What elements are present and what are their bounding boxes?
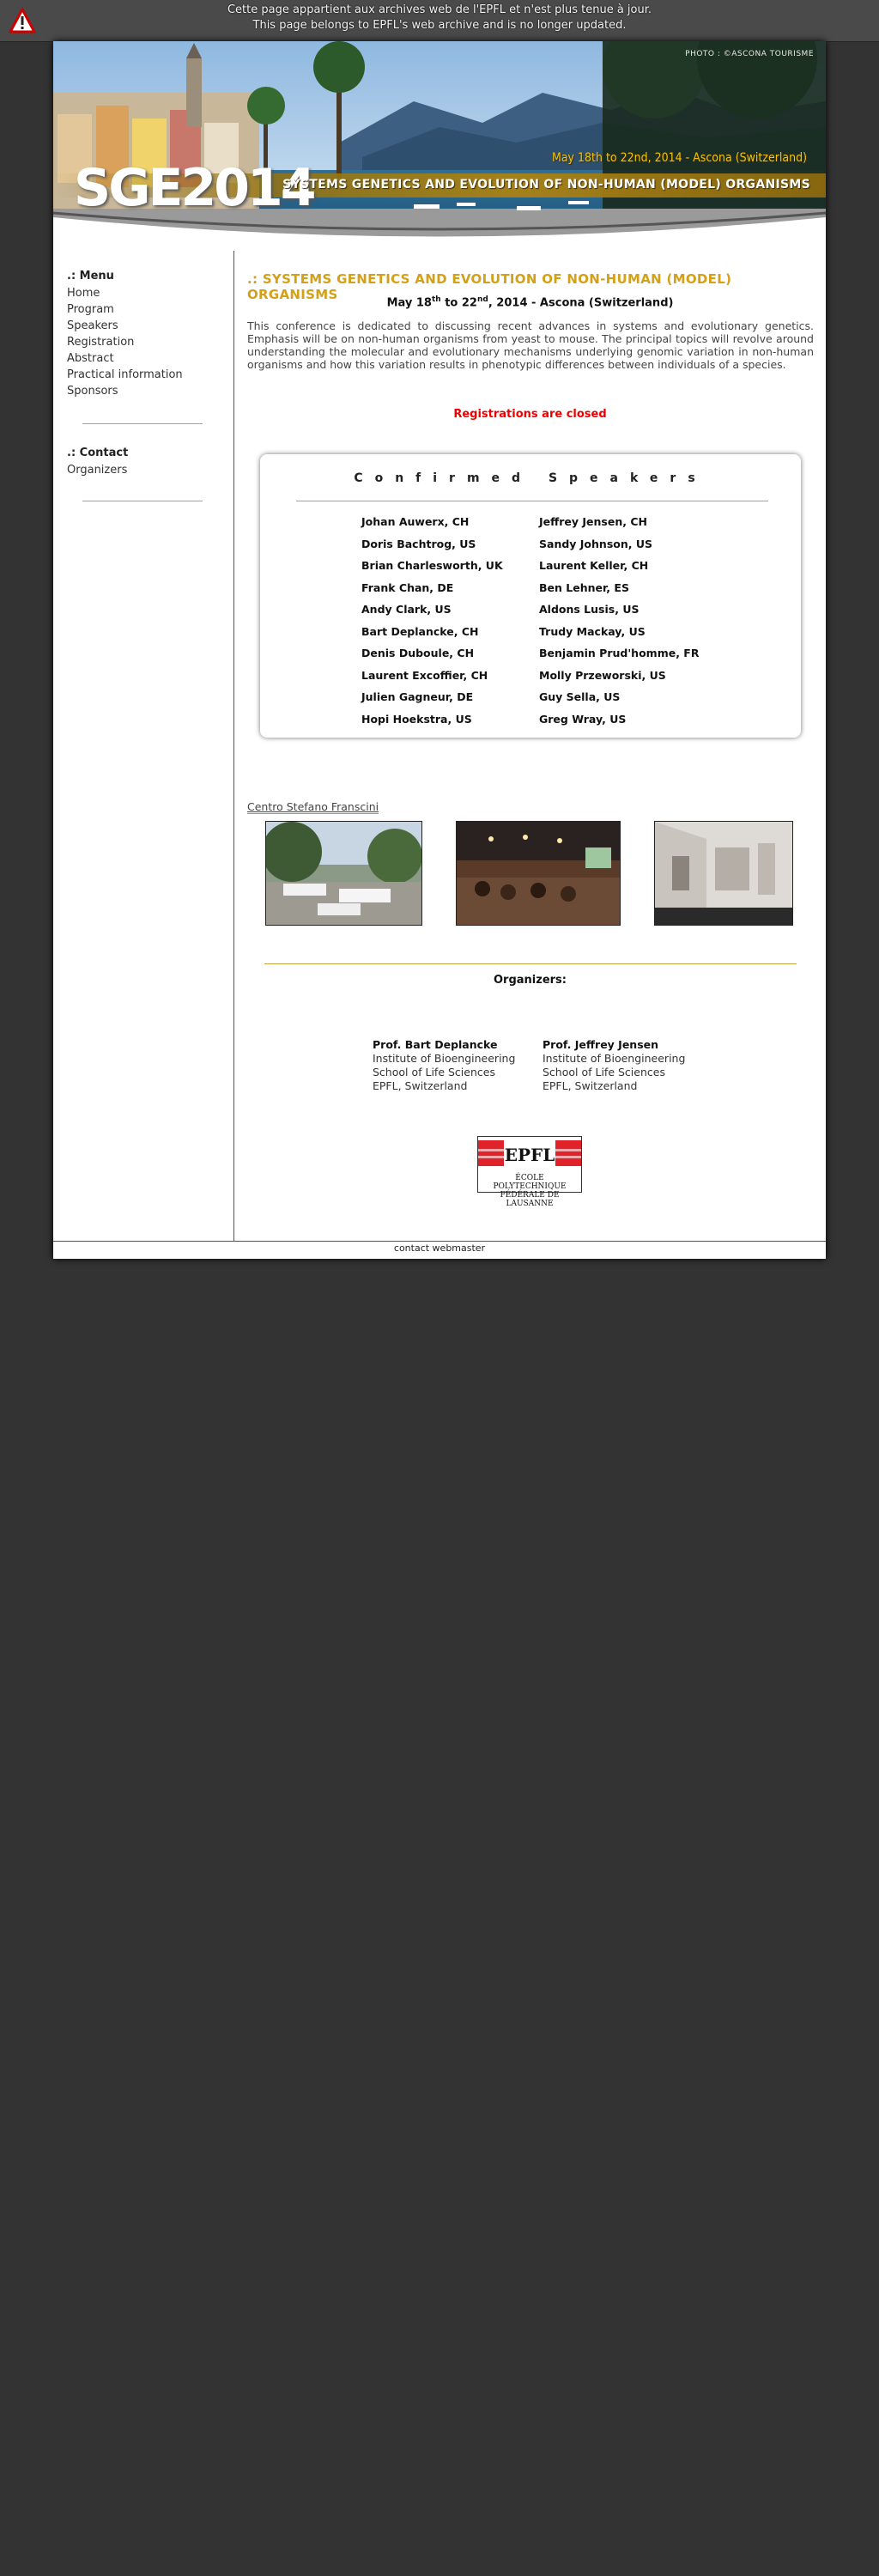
intro-paragraph: This conference is dedicated to discussi… <box>247 319 814 371</box>
archive-notice-fr: Cette page appartient aux archives web d… <box>227 3 652 16</box>
organizer-school: School of Life Sciences <box>373 1066 495 1078</box>
speaker-item: Denis Duboule, CH <box>361 647 475 659</box>
organizer-institute: Institute of Bioengineering <box>373 1052 516 1065</box>
conference-logo: SGE2014 <box>74 158 316 218</box>
main-content: .: SYSTEMS GENETICS AND EVOLUTION OF NON… <box>234 251 826 1241</box>
epfl-caption-line2: FÉDÉRALE DE LAUSANNE <box>500 1191 560 1208</box>
date-start: May 18 <box>386 296 432 310</box>
speaker-item: Molly Przeworski, US <box>539 668 666 682</box>
organizers-title: Organizers: <box>494 974 567 987</box>
organizer-name: Prof. Bart Deplancke <box>373 1038 498 1051</box>
speaker-item: Laurent Keller, CH <box>539 559 649 572</box>
speaker-item: Hopi Hoekstra, US <box>361 712 472 726</box>
page-container: PHOTO : ©ASCONA TOURISME SGE2014 May 18t… <box>53 41 826 1259</box>
content-layout: .: Menu Home Program Speakers Registrati… <box>53 251 826 1241</box>
speaker-item: Ben Lehner, ES <box>539 580 629 594</box>
speakers-heading: Confirmed Speakers <box>354 471 707 485</box>
date-location: , 2014 - Ascona (Switzerland) <box>488 296 674 310</box>
speakers-column-left: Johan Auwerx, CH Doris Bachtrog, US Bria… <box>361 511 503 730</box>
venue-photo-exhibition[interactable] <box>654 821 793 926</box>
speaker-item: Jeffrey Jensen, CH <box>539 515 647 528</box>
footer: contact webmaster <box>53 1241 826 1257</box>
epfl-logo[interactable]: EPFL ÉCOLE POLYTECHNIQUE FÉDÉRALE DE LAU… <box>477 1136 582 1208</box>
sidebar-item-home[interactable]: Home <box>67 285 233 301</box>
sidebar-item-program[interactable]: Program <box>67 301 233 318</box>
speaker-item: Frank Chan, DE <box>361 580 454 594</box>
banner-photo <box>53 41 826 251</box>
organizers-divider <box>264 963 797 964</box>
sidebar-item-practical-information[interactable]: Practical information <box>67 367 233 383</box>
organizer-institute: Institute of Bioengineering <box>543 1052 686 1065</box>
venue-link[interactable]: Centro Stefano Franscini <box>247 800 379 814</box>
date-end-suffix: nd <box>476 295 488 304</box>
sidebar-item-sponsors[interactable]: Sponsors <box>67 383 233 399</box>
menu-title: .: Menu <box>67 270 114 283</box>
organizer-school: School of Life Sciences <box>543 1066 665 1078</box>
archive-notice-en: This page belongs to EPFL's web archive … <box>252 19 627 32</box>
contact-webmaster-link[interactable]: contact webmaster <box>394 1242 485 1254</box>
sidebar-item-registration[interactable]: Registration <box>67 334 233 350</box>
speaker-item: Aldons Lusis, US <box>539 603 640 616</box>
epfl-caption-line1: ÉCOLE POLYTECHNIQUE <box>493 1174 567 1191</box>
menu-section: .: Menu Home Program Speakers Registrati… <box>53 251 233 399</box>
speaker-item: Greg Wray, US <box>539 712 627 726</box>
epfl-caption: ÉCOLE POLYTECHNIQUE FÉDÉRALE DE LAUSANNE <box>478 1174 581 1208</box>
speaker-item: Julien Gagneur, DE <box>361 690 474 703</box>
banner-subtitle: SYSTEMS GENETICS AND EVOLUTION OF NON-HU… <box>282 178 810 191</box>
organizer-location: EPFL, Switzerland <box>543 1079 638 1092</box>
sidebar-item-speakers[interactable]: Speakers <box>67 318 233 334</box>
organizer-name: Prof. Jeffrey Jensen <box>543 1038 659 1051</box>
speakers-column-right: Jeffrey Jensen, CH Sandy Johnson, US Lau… <box>539 511 699 730</box>
speaker-item: Benjamin Prud'homme, FR <box>539 647 700 659</box>
speaker-item: Laurent Excoffier, CH <box>361 668 488 682</box>
speaker-item: Trudy Mackay, US <box>539 624 646 638</box>
sidebar-item-abstract[interactable]: Abstract <box>67 350 233 367</box>
speaker-item: Bart Deplancke, CH <box>361 624 479 638</box>
speaker-item: Johan Auwerx, CH <box>361 515 470 528</box>
registration-status: Registrations are closed <box>453 408 607 421</box>
archive-notice-bar: Cette page appartient aux archives web d… <box>0 0 879 42</box>
organizer-card: Prof. Jeffrey Jensen Institute of Bioeng… <box>543 1038 685 1093</box>
photo-credit: PHOTO : ©ASCONA TOURISME <box>685 50 814 58</box>
speakers-box: Confirmed Speakers Johan Auwerx, CH Dori… <box>260 454 801 738</box>
organizer-card: Prof. Bart Deplancke Institute of Bioeng… <box>373 1038 515 1093</box>
sidebar-item-organizers[interactable]: Organizers <box>67 462 233 478</box>
header-banner: PHOTO : ©ASCONA TOURISME SGE2014 May 18t… <box>53 41 826 251</box>
date-start-suffix: th <box>431 295 441 304</box>
organizer-location: EPFL, Switzerland <box>373 1079 468 1092</box>
contact-title: .: Contact <box>67 447 129 459</box>
speaker-item: Andy Clark, US <box>361 603 452 616</box>
speaker-item: Sandy Johnson, US <box>539 537 653 550</box>
contact-section: .: Contact Organizers <box>53 424 233 478</box>
sidebar: .: Menu Home Program Speakers Registrati… <box>53 251 234 1241</box>
venue-photo-lecture-hall[interactable] <box>456 821 621 926</box>
venue-photo-terrace[interactable] <box>265 821 422 926</box>
speaker-item: Doris Bachtrog, US <box>361 537 476 550</box>
date-end: to 22 <box>440 296 477 310</box>
epfl-mark: EPFL <box>505 1145 555 1165</box>
speaker-item: Brian Charlesworth, UK <box>361 559 503 572</box>
speaker-item: Guy Sella, US <box>539 690 621 703</box>
warning-icon <box>9 8 36 33</box>
conference-date: May 18th to 22nd, 2014 - Ascona (Switzer… <box>234 295 826 309</box>
banner-dates: May 18th to 22nd, 2014 - Ascona (Switzer… <box>551 151 807 165</box>
